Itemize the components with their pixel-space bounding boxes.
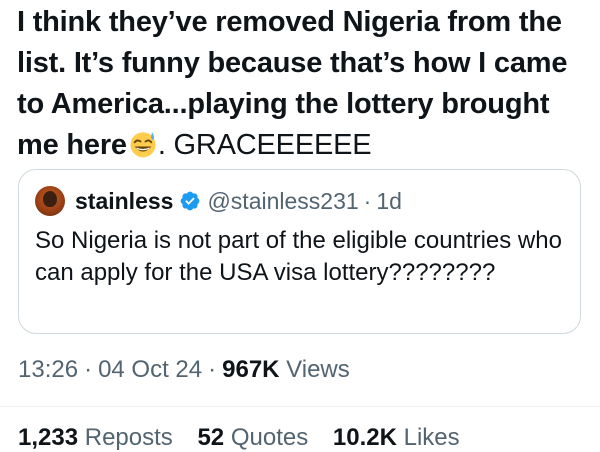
quoted-author-name[interactable]: stainless — [75, 188, 173, 215]
likes-stat[interactable]: 10.2K Likes — [333, 424, 460, 451]
views-label: Views — [286, 356, 350, 383]
verified-badge-icon — [181, 191, 200, 211]
reposts-label: Reposts — [84, 424, 173, 451]
engagement-stats: 1,233 Reposts 52 Quotes 10.2K Likes — [18, 424, 478, 452]
separator-dot: · — [84, 356, 93, 383]
separator-dot: · — [208, 356, 217, 383]
tweet-date[interactable]: 04 Oct 24 — [98, 356, 202, 383]
quoted-tweet-time[interactable]: 1d — [376, 188, 402, 215]
quotes-label: Quotes — [230, 424, 309, 451]
quoted-tweet-header: stainless @stainless231 · 1d — [35, 186, 402, 216]
quoted-tweet-text: So Nigeria is not part of the eligible c… — [35, 227, 562, 286]
tweet-meta: 13:26 · 04 Oct 24 · 967K Views — [18, 356, 350, 384]
quoted-tweet-card[interactable]: stainless @stainless231 · 1d So Nigeria … — [18, 169, 581, 334]
tweet-time[interactable]: 13:26 — [18, 356, 78, 383]
quotes-stat[interactable]: 52 Quotes — [197, 424, 308, 451]
likes-label: Likes — [403, 424, 460, 451]
likes-count: 10.2K — [332, 424, 397, 451]
divider — [0, 406, 600, 407]
reposts-count: 1,233 — [18, 424, 79, 451]
views-count[interactable]: 967K — [222, 356, 279, 383]
grinning-sweat-emoji-icon — [130, 132, 156, 158]
tweet-text-suffix: . GRACEEEEEE — [157, 129, 372, 161]
tweet-text: I think they’ve removed Nigeria from the… — [17, 2, 592, 166]
separator-dot: · — [363, 187, 372, 214]
reposts-stat[interactable]: 1,233 Reposts — [18, 424, 173, 451]
quotes-count: 52 — [197, 424, 225, 451]
avatar[interactable] — [35, 186, 65, 216]
quoted-author-handle[interactable]: @stainless231 — [207, 188, 358, 215]
